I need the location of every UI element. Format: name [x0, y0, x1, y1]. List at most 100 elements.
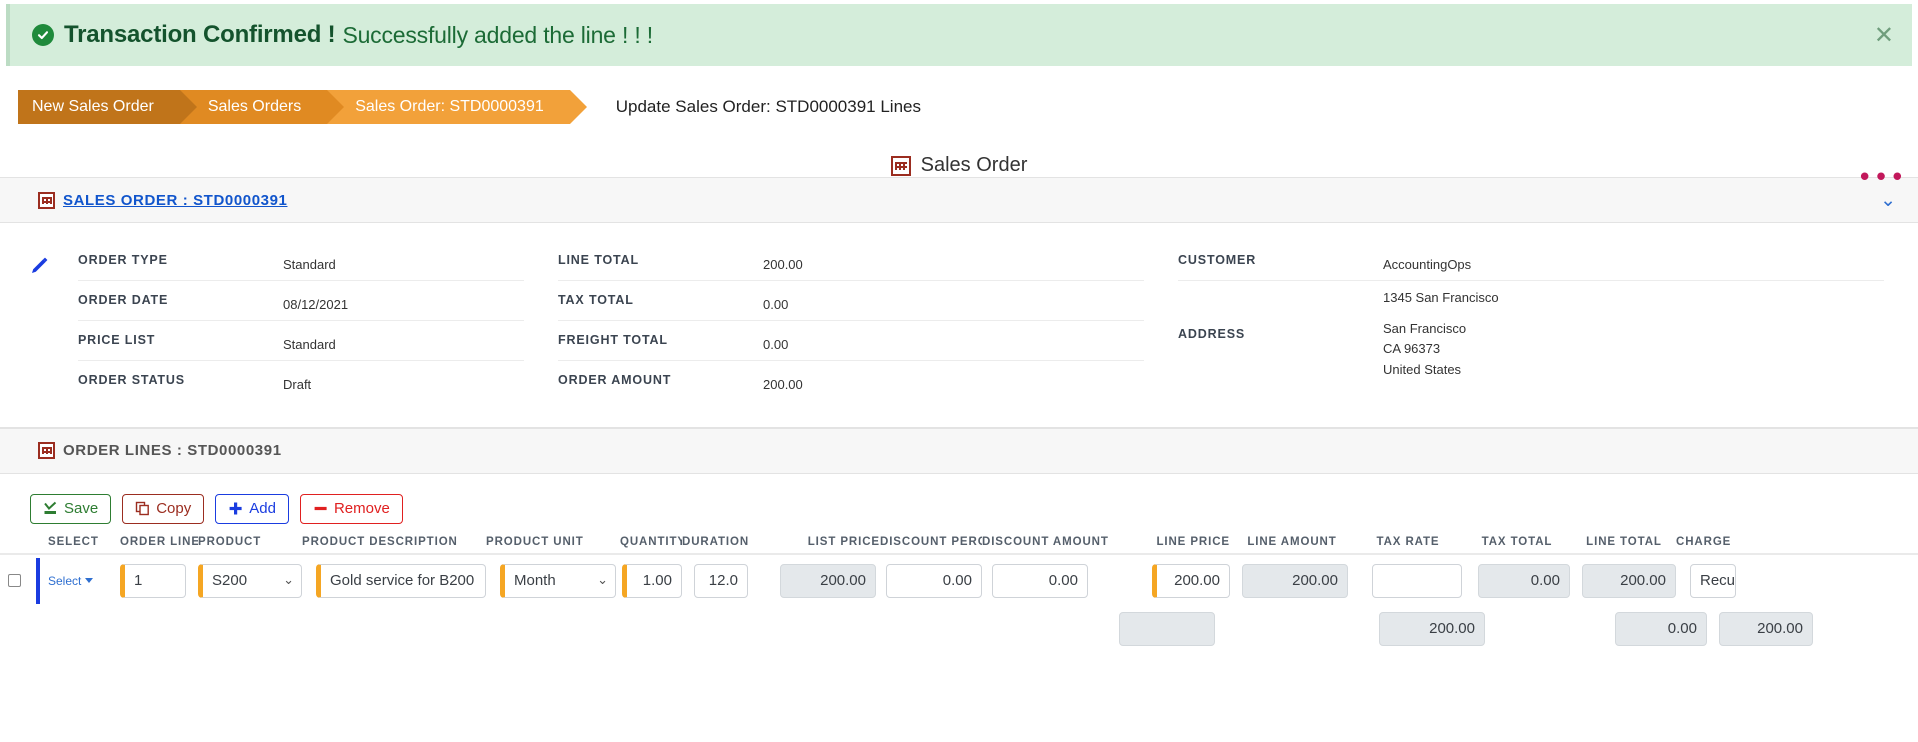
column-header-line-amount: LINE AMOUNT	[1247, 535, 1337, 548]
order-lines-body: Save Copy Add Remove SELECT ORDER LINE P…	[0, 474, 1918, 651]
select-dropdown-link[interactable]: Select	[48, 573, 94, 588]
field-label: TAX TOTAL	[558, 293, 634, 308]
order-lines-panel-title-label: ORDER LINES : STD0000391	[63, 442, 282, 460]
product-unit-value: Month	[514, 572, 556, 590]
field-price-list: PRICE LIST Standard	[78, 321, 524, 362]
address-region: CA 96373	[1383, 341, 1441, 357]
select-dropdown-label: Select	[48, 573, 82, 588]
product-select-value: S200	[212, 572, 248, 590]
field-label: PRICE LIST	[78, 333, 156, 348]
field-freight-total: FREIGHT TOTAL 0.00	[558, 321, 1144, 362]
address-city: San Francisco	[1383, 321, 1467, 337]
column-header-quantity: QUANTITY	[620, 535, 682, 548]
quantity-input[interactable]: 1.00	[622, 563, 682, 598]
breadcrumb-label: New Sales Order	[32, 98, 154, 115]
minus-icon	[314, 506, 327, 511]
discount-amount-input[interactable]: 0.00	[992, 563, 1088, 598]
copy-icon	[136, 501, 150, 516]
sales-order-panel-header[interactable]: SALES ORDER : STD0000391 ⌄	[0, 177, 1918, 223]
breadcrumb-label: Sales Order: STD0000391	[355, 98, 544, 115]
field-label: ADDRESS	[1178, 326, 1246, 341]
order-fields-column-2: LINE TOTAL 200.00 TAX TOTAL 0.00 FREIGHT…	[558, 241, 1178, 401]
chevron-down-icon[interactable]: ⌄	[1880, 190, 1896, 210]
save-button-label: Save	[64, 500, 99, 518]
remove-button-label: Remove	[333, 500, 390, 518]
order-lines-panel-header[interactable]: ORDER LINES : STD0000391	[0, 427, 1918, 474]
field-label: FREIGHT TOTAL	[558, 333, 668, 348]
alert-message: Successfully added the line ! ! !	[342, 21, 653, 48]
totals-tax-total: 0.00	[1615, 611, 1707, 646]
line-price-input[interactable]: 200.00	[1152, 563, 1230, 598]
field-order-type: ORDER TYPE Standard	[78, 241, 524, 282]
order-fields-column-3: CUSTOMER AccountingOps ADDRESS 1345 San …	[1178, 241, 1918, 401]
field-value: 0.00	[763, 337, 789, 353]
discount-percent-input[interactable]: 0.00	[886, 563, 982, 598]
breadcrumb-item-sales-order-detail[interactable]: Sales Order: STD0000391	[327, 90, 587, 124]
field-label: ORDER DATE	[78, 293, 169, 308]
sales-order-panel-title: SALES ORDER : STD0000391	[38, 191, 288, 209]
column-header-line-price: LINE PRICE	[1156, 535, 1230, 548]
field-label: CUSTOMER	[1178, 253, 1257, 267]
tax-rate-input[interactable]	[1372, 563, 1462, 598]
column-header-product-unit: PRODUCT UNIT	[486, 535, 584, 548]
product-description-input[interactable]: Gold service for B200	[316, 563, 486, 598]
breadcrumb-item-new-sales-order[interactable]: New Sales Order	[18, 90, 197, 124]
entity-title: Sales Order	[0, 154, 1918, 177]
product-unit-select[interactable]: Month ⌄	[500, 563, 616, 598]
column-header-tax-total: TAX TOTAL	[1481, 535, 1553, 548]
field-value: 200.00	[763, 377, 803, 393]
tax-total-field: 0.00	[1478, 563, 1570, 598]
remove-button[interactable]: Remove	[299, 493, 403, 524]
overflow-menu-icon[interactable]: •••	[1857, 165, 1906, 191]
page-title: Update Sales Order: STD0000391 Lines	[615, 97, 921, 116]
column-header-product: PRODUCT	[198, 535, 262, 548]
field-line-total: LINE TOTAL 200.00	[558, 241, 1144, 282]
pencil-icon	[28, 255, 50, 401]
duration-input[interactable]: 12.0	[694, 563, 748, 598]
edit-order-button[interactable]	[0, 241, 78, 401]
chevron-down-icon: ⌄	[597, 573, 608, 589]
field-value: 0.00	[763, 297, 789, 313]
field-tax-total: TAX TOTAL 0.00	[558, 281, 1144, 322]
field-value: Standard	[283, 337, 336, 353]
column-header-duration: DURATION	[682, 535, 750, 548]
field-value: AccountingOps	[1383, 257, 1472, 272]
breadcrumb: New Sales Order Sales Orders Sales Order…	[0, 90, 1918, 124]
product-select[interactable]: S200 ⌄	[198, 563, 302, 598]
alert-title: Transaction Confirmed !	[64, 21, 336, 48]
save-icon	[44, 501, 57, 515]
order-lines-table-header: SELECT ORDER LINE PRODUCT PRODUCT DESCRI…	[0, 532, 1918, 555]
grid-icon	[38, 191, 55, 209]
totals-discount-amount	[1119, 611, 1215, 646]
charge-select[interactable]: Recurring	[1690, 563, 1736, 598]
order-lines-toolbar: Save Copy Add Remove	[0, 488, 1918, 532]
copy-button[interactable]: Copy	[122, 493, 205, 524]
copy-button-label: Copy	[156, 500, 192, 518]
breadcrumb-item-sales-orders[interactable]: Sales Orders	[179, 90, 345, 124]
field-value: 1345 San Francisco San Francisco CA 9637…	[1383, 288, 1499, 380]
column-header-order-line: ORDER LINE	[120, 535, 198, 548]
chevron-down-icon: ⌄	[283, 573, 294, 589]
list-price-field: 200.00	[780, 563, 876, 598]
sales-order-details: ORDER TYPE Standard ORDER DATE 08/12/202…	[0, 223, 1918, 428]
add-button-label: Add	[249, 500, 276, 518]
line-amount-field: 200.00	[1242, 563, 1348, 598]
order-line-input[interactable]: 1	[120, 563, 186, 598]
row-active-marker	[36, 557, 40, 604]
check-circle-icon	[32, 24, 54, 46]
grid-icon	[890, 155, 911, 176]
grid-icon	[38, 442, 55, 460]
sales-order-panel-title-label: SALES ORDER : STD0000391	[63, 191, 288, 209]
order-fields-column-1: ORDER TYPE Standard ORDER DATE 08/12/202…	[78, 241, 558, 401]
field-value: 200.00	[763, 257, 803, 272]
save-button[interactable]: Save	[30, 493, 112, 524]
column-header-discount-percent: DISCOUNT PERCENT	[880, 535, 982, 548]
add-button[interactable]: Add	[215, 493, 289, 524]
close-icon[interactable]: ✕	[1874, 23, 1894, 47]
field-address: ADDRESS 1345 San Francisco San Francisco…	[1178, 281, 1884, 385]
column-header-tax-rate: TAX RATE	[1376, 535, 1440, 548]
row-select-checkbox[interactable]	[7, 574, 21, 588]
transaction-confirmed-alert: Transaction Confirmed ! Successfully add…	[6, 4, 1912, 66]
address-line-1: 1345 San Francisco	[1383, 290, 1499, 306]
field-customer: CUSTOMER AccountingOps	[1178, 241, 1884, 282]
